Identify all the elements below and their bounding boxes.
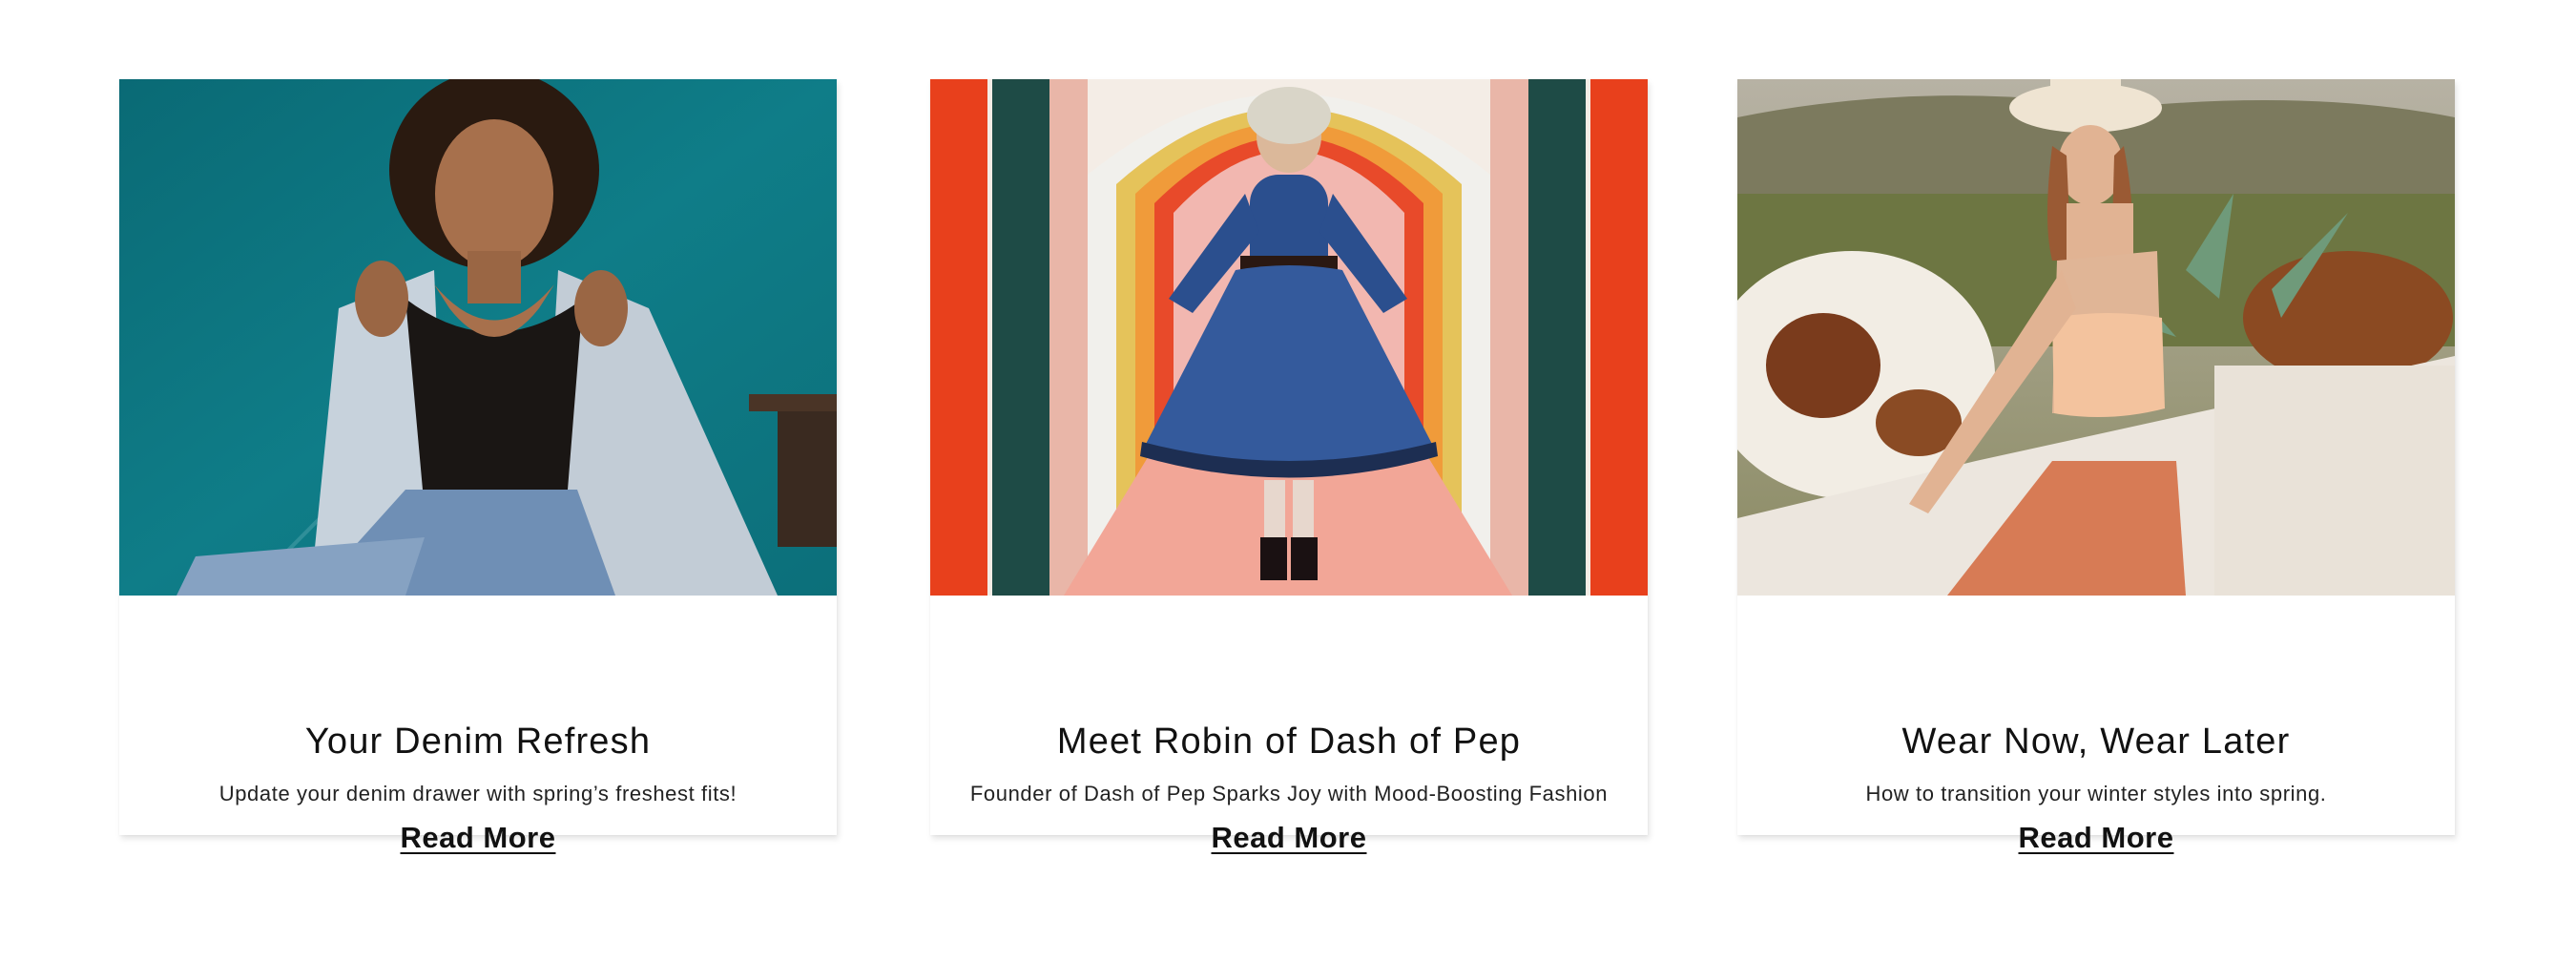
dash-of-pep-article-image[interactable] xyxy=(930,79,1648,596)
card-title: Wear Now, Wear Later xyxy=(1901,722,2291,762)
article-card-dash-of-pep[interactable]: Meet Robin of Dash of Pep Founder of Das… xyxy=(930,79,1648,854)
article-card-denim[interactable]: Your Denim Refresh Update your denim dra… xyxy=(119,79,837,854)
article-card-wear-now[interactable]: Wear Now, Wear Later How to transition y… xyxy=(1737,79,2455,854)
card-description: Update your denim drawer with spring’s f… xyxy=(218,782,737,805)
card-title: Meet Robin of Dash of Pep xyxy=(1056,722,1522,762)
read-more-link[interactable]: Read More xyxy=(930,820,1648,856)
card-body: Wear Now, Wear Later How to transition y… xyxy=(1737,596,2455,854)
read-more-link[interactable]: Read More xyxy=(1737,820,2455,856)
card-body: Your Denim Refresh Update your denim dra… xyxy=(119,596,837,854)
article-cards-row: Your Denim Refresh Update your denim dra… xyxy=(0,0,2576,962)
read-more-link[interactable]: Read More xyxy=(119,820,837,856)
denim-article-image[interactable] xyxy=(119,79,837,596)
card-title: Your Denim Refresh xyxy=(304,722,652,762)
card-description: How to transition your winter styles int… xyxy=(1865,782,2327,805)
card-body: Meet Robin of Dash of Pep Founder of Das… xyxy=(930,596,1648,854)
wear-now-article-image[interactable] xyxy=(1737,79,2455,596)
card-description: Founder of Dash of Pep Sparks Joy with M… xyxy=(969,782,1609,805)
